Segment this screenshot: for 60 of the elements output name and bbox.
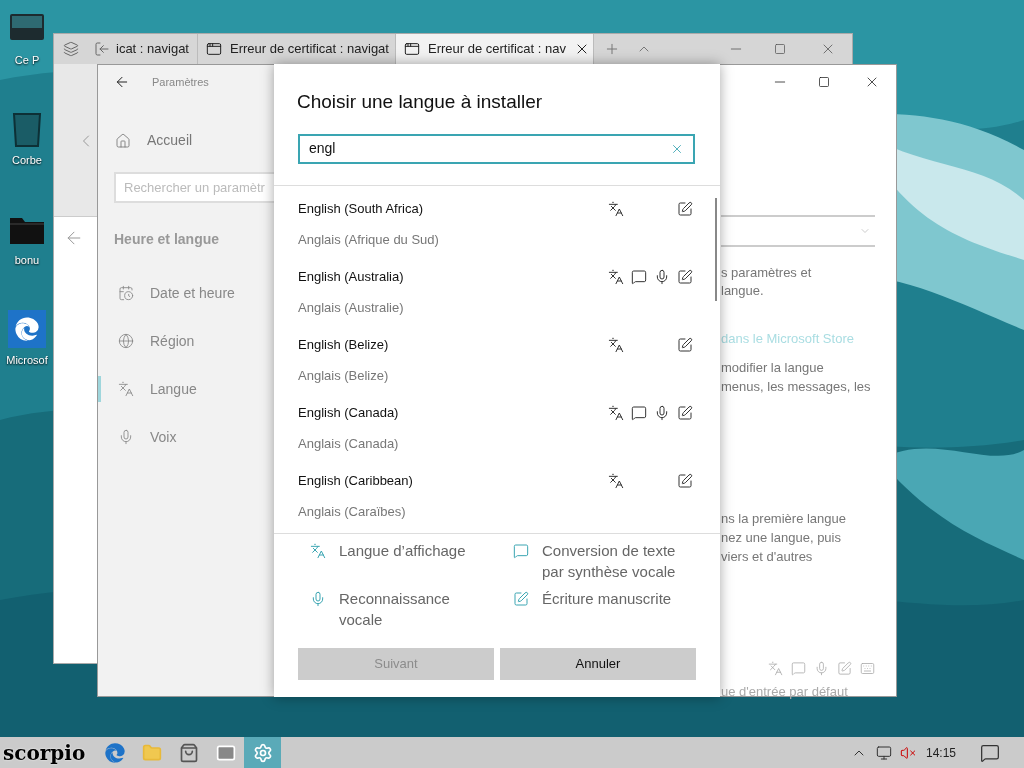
section-heading: Heure et langue (114, 230, 221, 249)
description-text: langue. (721, 282, 765, 300)
home-icon (115, 132, 131, 149)
description-text: ue d'entrée par défaut (721, 682, 849, 701)
desktop-icon-label[interactable]: bonu (14, 252, 40, 269)
dialog-title: Choisir une langue à installer (297, 90, 544, 114)
language-item[interactable]: English (Caribbean) Anglais (Caraïbes) (274, 457, 720, 526)
tab-preview-icon[interactable] (63, 41, 79, 57)
speech-bubble-icon (513, 542, 529, 559)
language-icon (768, 660, 783, 676)
browser-shortcut-icon (8, 310, 46, 348)
pen-icon (513, 590, 529, 607)
language-item[interactable]: English (Canada) Anglais (Canada) (274, 389, 720, 458)
microphone-icon (310, 590, 326, 607)
desktop-icon-label[interactable]: Microsof (6, 352, 48, 369)
legend-label: Conversion de texte par synthèse vocale (542, 540, 677, 582)
microphone-icon (118, 429, 134, 445)
description-text: modifier la langue (721, 358, 825, 377)
back-icon[interactable] (114, 74, 130, 90)
nav-item[interactable]: Date et heure (98, 280, 275, 306)
network-icon[interactable] (875, 744, 892, 761)
search-field[interactable]: engl (298, 133, 695, 164)
notifications-icon[interactable] (980, 742, 1000, 763)
scrollbar[interactable] (715, 197, 717, 301)
logo-text: scorpio (2, 739, 87, 767)
legend-label: Reconnaissance vocale (339, 588, 451, 630)
language-item[interactable]: English (Belize) Anglais (Belize) (274, 321, 720, 390)
maximize-icon[interactable] (774, 43, 786, 55)
legend-label: Écriture manuscrite (542, 588, 673, 609)
description-text: viers et d'autres (721, 547, 814, 566)
desktop-icon-label[interactable]: Corbe (12, 152, 42, 169)
dialog-button[interactable]: Annuler (500, 647, 696, 680)
language-item[interactable]: English (Australia) Anglais (Australie) (274, 253, 720, 322)
microphone-icon (814, 660, 829, 676)
legend-label: Langue d’affichage (339, 540, 467, 561)
settings-taskbar-icon[interactable] (244, 737, 282, 768)
browser-tab[interactable]: Erreur de certificat : nav (396, 34, 594, 64)
new-tab-icon[interactable] (604, 41, 620, 57)
window-title: Paramètres (152, 74, 209, 90)
calendar-clock-icon (118, 285, 134, 301)
set-aside-tabs-icon[interactable] (94, 41, 110, 57)
nav-item[interactable]: Région (98, 328, 275, 354)
speech-bubble-icon (791, 660, 806, 676)
description-text: nez une langue, puis (721, 528, 842, 547)
pen-icon (837, 660, 852, 676)
page-icon (404, 41, 420, 57)
home-link[interactable]: Accueil (115, 130, 275, 151)
desktop-icon-label[interactable]: Ce P (14, 52, 40, 69)
maximize-icon[interactable] (818, 76, 830, 88)
description-text: s paramètres et (721, 264, 813, 282)
nav-item[interactable]: Voix (98, 424, 275, 450)
language-icon (118, 381, 134, 397)
globe-icon (118, 333, 134, 349)
clock-text[interactable]: 14:15 (925, 743, 956, 762)
language-icon (310, 542, 326, 559)
description-text: menus, les messages, les (721, 377, 872, 396)
page-icon (206, 41, 222, 57)
volume-muted-icon[interactable] (899, 744, 916, 761)
keyboard-icon (860, 660, 875, 676)
description-text: ns la première langue (721, 509, 848, 528)
